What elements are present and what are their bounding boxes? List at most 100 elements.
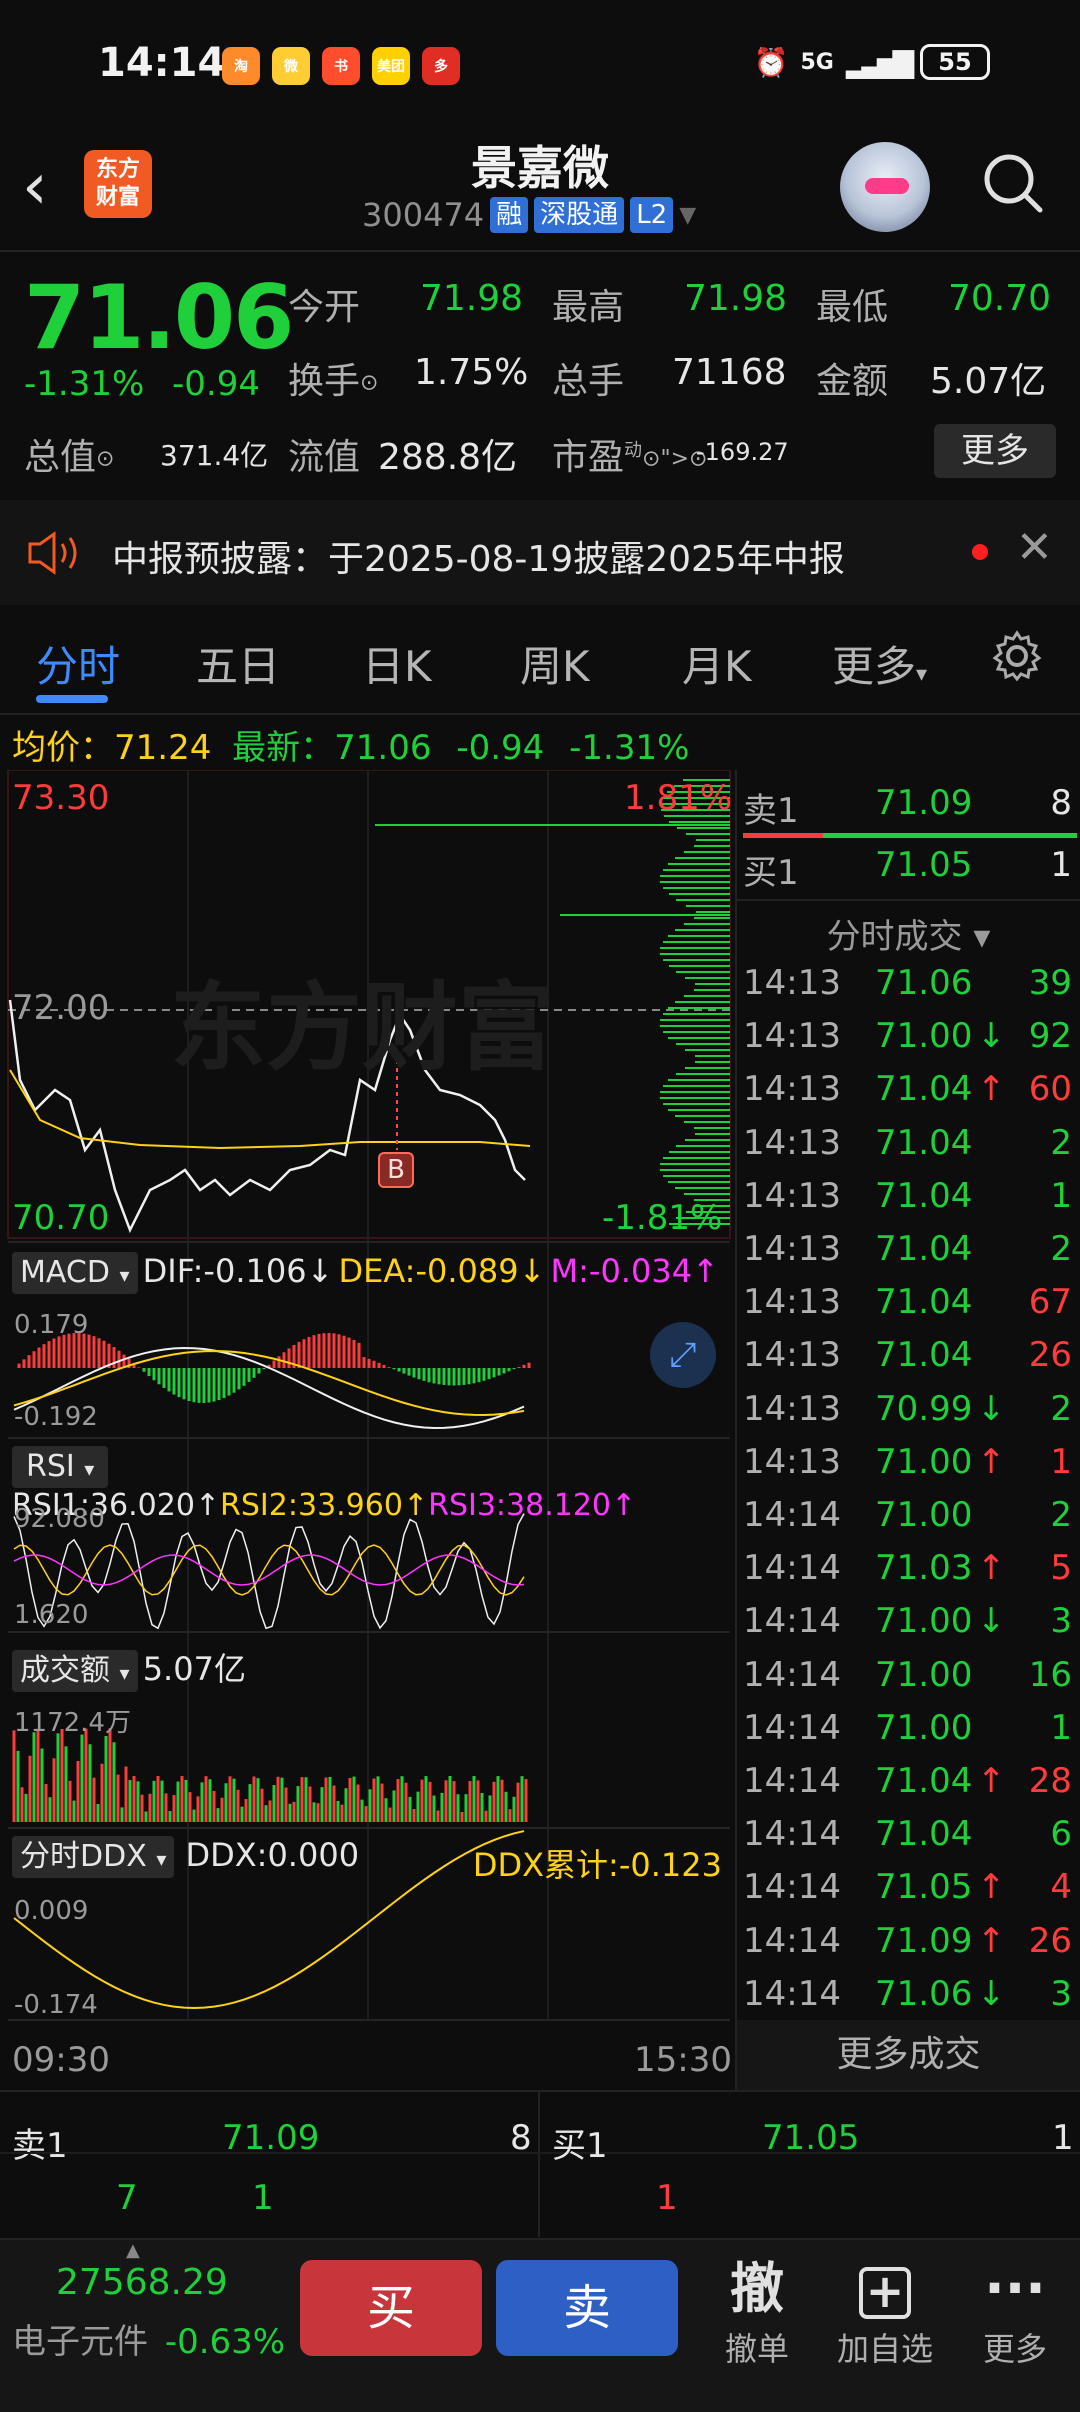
tab-more[interactable]: 更多▾: [832, 633, 927, 694]
gear-icon[interactable]: [990, 629, 1044, 683]
high-value: 71.98: [684, 278, 788, 319]
trade-row: 14:14 71.04 28 ↑: [743, 1761, 1072, 1801]
book-bid-price: 71.05: [762, 2118, 860, 2158]
book-ask-sub1: 7: [116, 2178, 138, 2218]
divider: [737, 899, 1080, 901]
xiaohongshu-icon: 书: [322, 47, 360, 85]
trade-row: 14:13 71.04 60 ↑: [743, 1069, 1072, 1110]
sector-index[interactable]: 27568.29: [56, 2262, 228, 2303]
stock-code-row[interactable]: 300474 融 深股通 L2 ▼: [362, 196, 696, 234]
trade-row: 14:13 71.06 39: [743, 963, 1072, 1003]
float-value: 288.8亿: [378, 437, 518, 478]
unread-dot: [972, 544, 988, 560]
macd-header: MACD ▾ DIF:-0.106↓ DEA:-0.089↓ M:-0.034↑: [12, 1252, 719, 1294]
ddx-selector[interactable]: 分时DDX ▾: [12, 1836, 175, 1878]
sell-button[interactable]: 卖: [496, 2260, 678, 2356]
tab-monthly-k[interactable]: 月K: [682, 633, 752, 694]
pe-value: -169.27: [696, 438, 789, 466]
taobao-icon: 淘: [222, 47, 260, 85]
y-top-label: 73.30: [12, 778, 110, 818]
trade-row: 14:14 71.04 6: [743, 1814, 1072, 1855]
time-start: 09:30: [12, 2040, 110, 2080]
network-label: 5G: [800, 49, 834, 75]
rsi-bottom: 1.620: [14, 1600, 89, 1630]
add-watchlist-button[interactable]: + 加自选: [830, 2254, 940, 2370]
depth-bar: [743, 833, 1077, 838]
mcap-label[interactable]: 总值⊙: [24, 428, 114, 480]
price-pct: -1.31%: [24, 364, 145, 404]
ddx-header: 分时DDX ▾ DDX:0.000 DDX累计:-0.123: [12, 1836, 732, 1884]
more-trades-button[interactable]: 更多成交: [737, 2020, 1080, 2090]
notice-banner[interactable]: 中报预披露：于2025-08-19披露2025年中报 ✕: [0, 500, 1080, 605]
ticks-selector[interactable]: 分时成交 ▾: [737, 909, 1080, 958]
book-ask-label: 卖1: [12, 2126, 68, 2166]
trade-row: 14:14 71.06 3 ↓: [743, 1973, 1072, 2014]
caret-up-icon[interactable]: ▲: [126, 2240, 140, 2261]
bid1-row[interactable]: 买1 71.05 1: [737, 845, 1080, 898]
y-mid-label: 72.00: [12, 988, 110, 1028]
low-label: 最低: [816, 287, 889, 328]
trade-row: 14:13 71.04 26: [743, 1335, 1072, 1376]
tab-five-day[interactable]: 五日: [196, 633, 280, 694]
ddx-bottom: -0.174: [14, 1990, 98, 2020]
ask1-row[interactable]: 卖1 71.09 8: [737, 783, 1080, 836]
info-icon: ⊙: [96, 446, 115, 472]
cancel-order-button[interactable]: 撤 撤单: [702, 2254, 812, 2370]
trade-row: 14:14 71.03 5 ↑: [743, 1548, 1072, 1589]
tab-weekly-k[interactable]: 周K: [520, 633, 590, 694]
tag-l2: L2: [630, 197, 674, 233]
order-book: 卖1 71.09 8 7 1 买1 71.05 1 1: [0, 2090, 1080, 2237]
mcap-value: 371.4亿: [160, 439, 269, 472]
trade-row: 14:14 71.00 16: [743, 1654, 1072, 1695]
buy-marker[interactable]: B: [378, 1152, 414, 1188]
macd-selector[interactable]: MACD ▾: [12, 1252, 138, 1294]
open-value: 71.98: [420, 278, 524, 319]
amount-label: 金额: [816, 361, 889, 402]
rsi-top: 92.080: [14, 1504, 105, 1534]
quote-panel: 71.06 -1.31% -0.94 今开 71.98 最高 71.98 最低 …: [0, 252, 1080, 500]
chevron-down-icon: ▼: [679, 202, 697, 228]
intraday-chart[interactable]: 73.30 1.81% 72.00 70.70 -1.81% 东方财富 B MA…: [0, 770, 735, 2090]
open-label: 今开: [288, 287, 361, 328]
more-menu-button[interactable]: ··· 更多: [960, 2254, 1070, 2370]
amount-value: 5.07亿: [930, 361, 1047, 402]
rsi2-line: [13, 1544, 525, 1596]
status-bar: 14:14 淘微书美团多 ⏰ 5G ▂▃▅▇ 55: [0, 0, 1080, 130]
notice-text: 中报预披露：于2025-08-19披露2025年中报: [112, 539, 845, 580]
period-tabs: 分时 五日 日K 周K 月K 更多▾: [0, 605, 1080, 715]
avg-price-line: 均价：71.24 最新：71.06 -0.94 -1.31%: [12, 728, 690, 768]
tab-intraday[interactable]: 分时: [36, 633, 120, 694]
search-icon[interactable]: [980, 150, 1046, 216]
caret-down-icon: ▾: [916, 662, 928, 687]
caret-down-icon: ▾: [156, 1847, 167, 1871]
book-bid-label: 买1: [552, 2126, 608, 2166]
amount-selector[interactable]: 成交额 ▾: [12, 1650, 138, 1692]
turnover-value: 1.75%: [414, 352, 529, 393]
divider: [538, 2092, 540, 2237]
trade-row: 14:14 71.00 1: [743, 1707, 1072, 1748]
book-bid-sub1: 1: [656, 2178, 678, 2218]
weibo-icon: 微: [272, 47, 310, 85]
book-bid-qty: 1: [1052, 2118, 1074, 2158]
close-icon[interactable]: ✕: [1016, 522, 1053, 573]
price-change: -0.94: [172, 364, 260, 404]
rsi-selector[interactable]: RSI ▾: [12, 1446, 109, 1488]
speaker-icon: [28, 531, 77, 575]
low-value: 70.70: [948, 278, 1052, 319]
expand-icon[interactable]: ⤢: [650, 1322, 716, 1388]
turnover-label[interactable]: 换手⊙: [288, 352, 378, 404]
trade-row: 14:13 71.00 92 ↓: [743, 1016, 1072, 1057]
signal-icon: ▂▃▅▇: [845, 45, 914, 79]
tab-daily-k[interactable]: 日K: [362, 633, 432, 694]
pe-label[interactable]: 市盈动⊙">⊙: [552, 428, 707, 480]
caret-down-icon: ▾: [119, 1661, 130, 1685]
watermark: 东方财富: [170, 972, 554, 1084]
buy-button[interactable]: 买: [300, 2260, 482, 2356]
trade-row: 14:13 71.04 67: [743, 1282, 1072, 1323]
tag-connect: 深股通: [534, 197, 625, 233]
sector-row[interactable]: 电子元件 -0.63%: [12, 2314, 285, 2363]
volume-value: 71168: [672, 352, 787, 393]
amount-header: 成交额 ▾ 5.07亿: [12, 1644, 246, 1692]
tag-margin: 融: [490, 197, 529, 233]
more-quote-button[interactable]: 更多: [934, 424, 1056, 478]
